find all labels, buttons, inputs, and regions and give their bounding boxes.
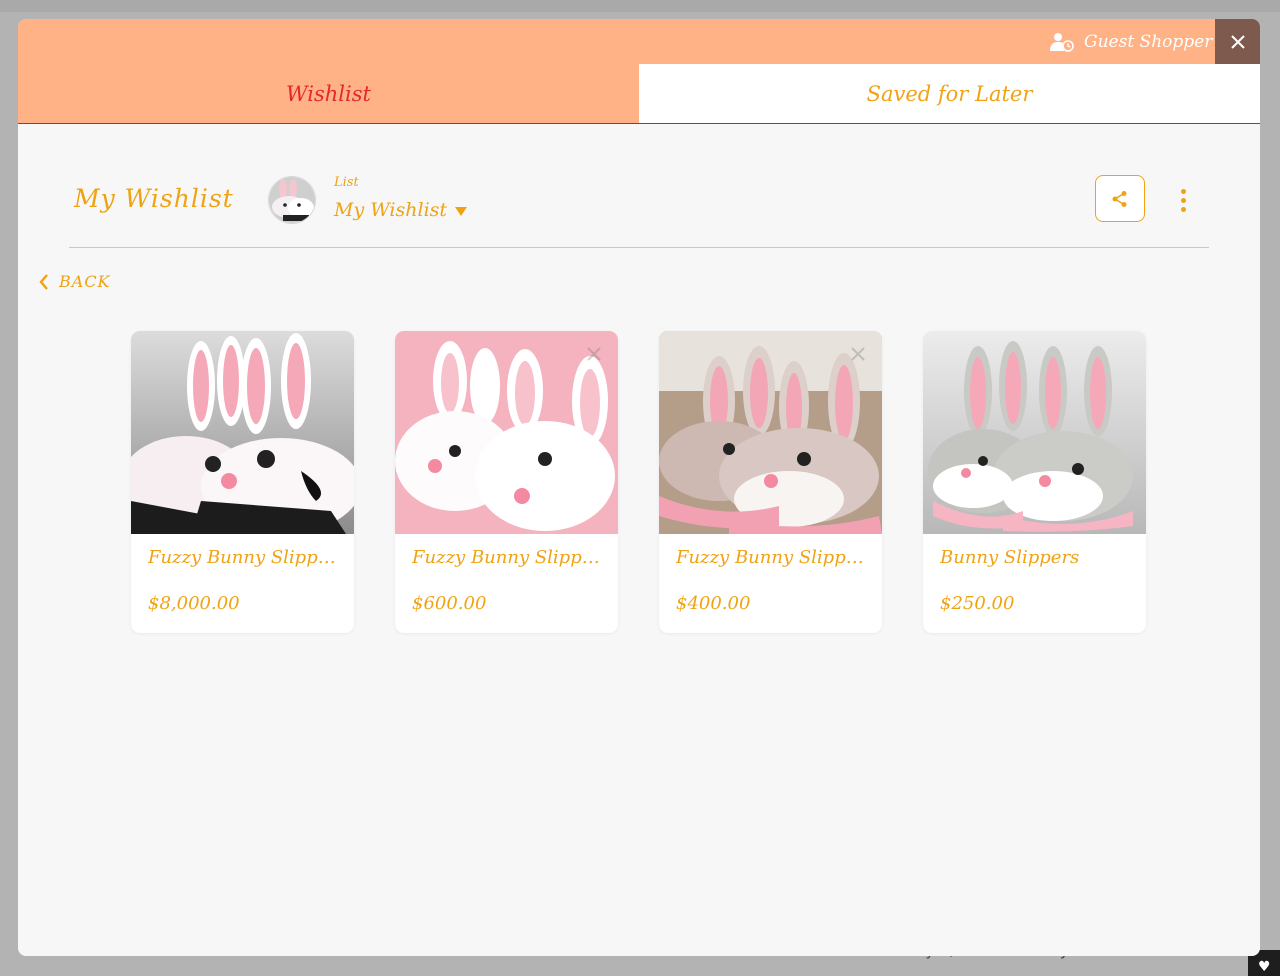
product-price: $8,000.00 [148, 593, 240, 614]
share-icon [1112, 190, 1127, 207]
page-title: My Wishlist [74, 184, 234, 213]
user-clock-icon [1050, 32, 1074, 52]
heart-icon: ♥ [1258, 959, 1271, 975]
product-image [395, 331, 618, 534]
kebab-icon-dot [1180, 197, 1186, 203]
list-caption: List [334, 175, 359, 190]
product-price: $600.00 [412, 593, 487, 614]
back-link[interactable]: BACK [39, 272, 111, 291]
wishlist-modal: Guest Shopper Wishlist Saved for Later M… [18, 19, 1260, 956]
product-image [659, 331, 882, 534]
product-name: Fuzzy Bunny Slippers [148, 547, 343, 568]
kebab-icon-dot [1180, 206, 1186, 212]
product-card[interactable]: Fuzzy Bunny Slippers $600.00 [395, 331, 618, 633]
list-avatar [268, 176, 316, 224]
header-divider [69, 247, 1209, 248]
bunny-slipper-thumbnail [269, 177, 315, 223]
product-name: Bunny Slippers [940, 547, 1080, 568]
caret-down-icon [455, 206, 468, 216]
guest-user-label: Guest Shopper [1084, 31, 1213, 52]
tab-saved-label: Saved for Later [866, 81, 1033, 106]
product-image [923, 331, 1146, 534]
share-button[interactable] [1095, 175, 1145, 222]
list-selector[interactable]: My Wishlist [334, 199, 468, 221]
chevron-left-icon [39, 273, 48, 290]
page-top-strip [0, 0, 1280, 12]
product-image [131, 331, 354, 534]
product-name: Fuzzy Bunny Slippers [676, 547, 871, 568]
tab-saved-for-later[interactable]: Saved for Later [639, 64, 1260, 123]
back-label: BACK [59, 272, 111, 291]
close-button[interactable] [1215, 19, 1260, 64]
tab-wishlist[interactable]: Wishlist [18, 64, 639, 123]
product-card[interactable]: Bunny Slippers $250.00 [923, 331, 1146, 633]
guest-user[interactable]: Guest Shopper [1050, 19, 1212, 64]
tab-bar: Wishlist Saved for Later [18, 64, 1260, 124]
close-icon [1230, 34, 1245, 49]
kebab-icon [1180, 188, 1186, 194]
product-card[interactable]: Fuzzy Bunny Slippers $8,000.00 [131, 331, 354, 633]
product-price: $400.00 [676, 593, 751, 614]
selected-list-label: My Wishlist [334, 199, 448, 221]
more-options-button[interactable] [1168, 183, 1198, 217]
product-price: $250.00 [940, 593, 1015, 614]
product-name: Fuzzy Bunny Slippers [412, 547, 607, 568]
product-card[interactable]: Fuzzy Bunny Slippers $400.00 [659, 331, 882, 633]
tab-wishlist-label: Wishlist [286, 81, 371, 106]
